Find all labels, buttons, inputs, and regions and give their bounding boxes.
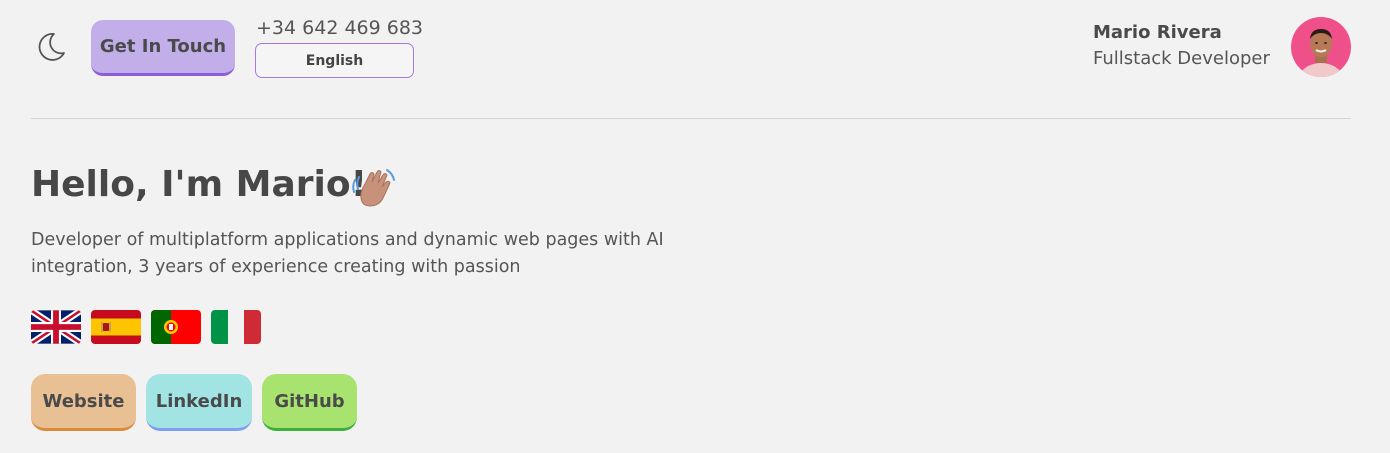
waving-hand-icon [349, 166, 397, 212]
moon-icon[interactable] [33, 29, 69, 65]
hero-description: Developer of multiplatform applications … [31, 230, 664, 277]
phone-number: +34 642 469 683 [256, 17, 424, 39]
profile-role: Fullstack Developer [1093, 48, 1270, 69]
uk-flag-icon[interactable] [31, 310, 81, 344]
divider [31, 118, 1351, 119]
language-button[interactable]: English [255, 43, 414, 78]
website-button[interactable]: Website [31, 374, 136, 431]
profile-name: Mario Rivera [1093, 22, 1222, 43]
italy-flag-icon[interactable] [211, 310, 261, 344]
github-button[interactable]: GitHub [262, 374, 357, 431]
spain-flag-icon[interactable] [91, 310, 141, 344]
hero-title: Hello, I'm Mario! [31, 164, 367, 205]
get-in-touch-button[interactable]: Get In Touch [91, 20, 235, 76]
portugal-flag-icon[interactable] [151, 310, 201, 344]
linkedin-button[interactable]: LinkedIn [146, 374, 252, 431]
avatar [1291, 17, 1351, 77]
page: Get In Touch +34 642 469 683 English Mar… [0, 0, 1390, 453]
